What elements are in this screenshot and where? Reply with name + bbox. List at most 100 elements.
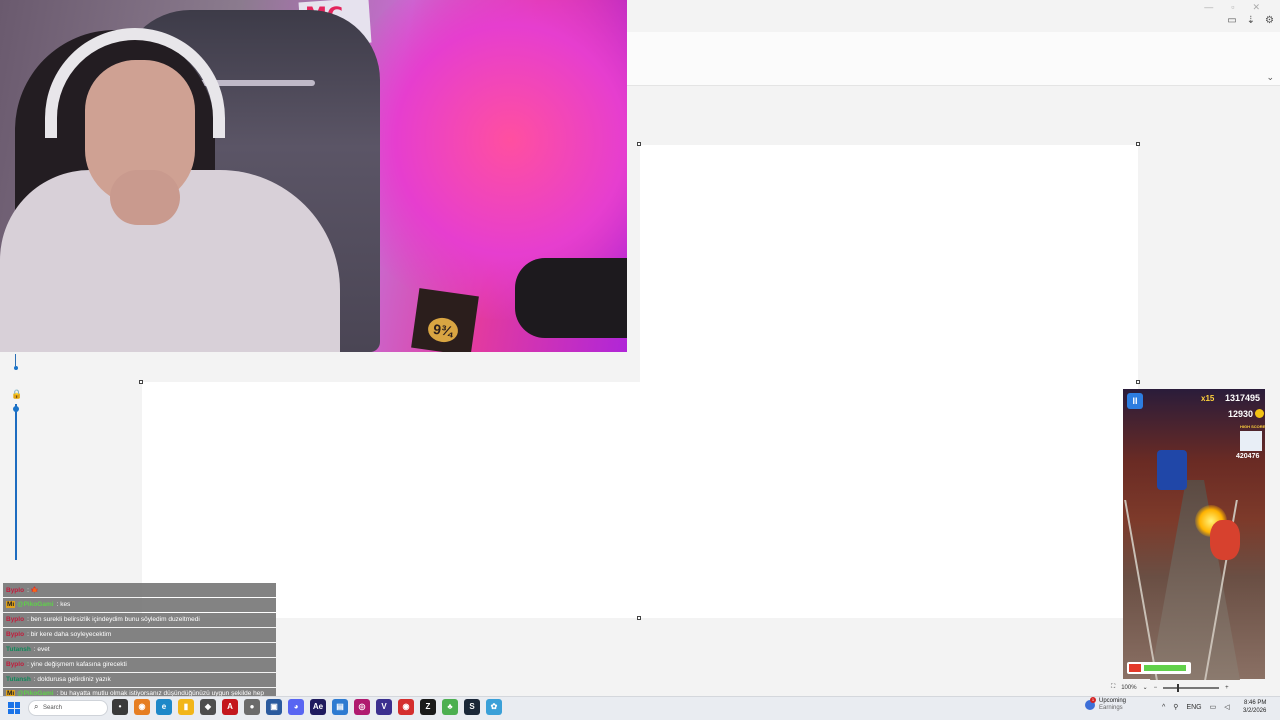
taskbar-app-14-icon[interactable]: ◉ bbox=[398, 699, 414, 715]
taskbar-app-11-icon[interactable]: ▤ bbox=[332, 699, 348, 715]
chat-username[interactable]: Byplo bbox=[6, 616, 24, 623]
chat-username[interactable]: Tutansh bbox=[6, 646, 31, 653]
volume-slider-track[interactable] bbox=[15, 354, 16, 366]
title-toolbar: ▭ ⇣ ⚙ bbox=[1227, 15, 1274, 26]
volume-slider-thumb[interactable] bbox=[14, 366, 18, 370]
canvas-area-lower[interactable] bbox=[142, 382, 1138, 618]
share-icon[interactable]: ⇣ bbox=[1247, 15, 1255, 26]
chat-message: Byplo: yine değişmem kafasına girecekti bbox=[3, 658, 276, 672]
chat-username[interactable]: Byplo bbox=[6, 631, 24, 638]
resize-handle[interactable] bbox=[637, 616, 641, 620]
widget-title: Upcoming bbox=[1099, 698, 1127, 704]
notification-badge: 1 bbox=[1090, 697, 1096, 703]
game-train bbox=[1157, 450, 1187, 490]
taskbar-search[interactable]: Search bbox=[28, 700, 108, 716]
chat-username[interactable]: @PikoGami bbox=[17, 601, 53, 608]
zoom-out-button[interactable]: − bbox=[1154, 685, 1158, 691]
resize-handle[interactable] bbox=[1136, 142, 1140, 146]
chat-badge: Mı bbox=[6, 601, 16, 608]
title-bar bbox=[627, 0, 1280, 32]
zoom-in-button[interactable]: + bbox=[1225, 685, 1229, 691]
tray-chevron-icon[interactable]: ^ bbox=[1162, 704, 1165, 711]
taskbar-app-1-icon[interactable]: • bbox=[112, 699, 128, 715]
taskbar-app-2-icon[interactable]: ◉ bbox=[134, 699, 150, 715]
volume-slider-thumb[interactable] bbox=[13, 406, 19, 412]
close-button[interactable]: ✕ bbox=[1252, 2, 1260, 13]
chat-message: Byplo: ben surekli belirsizlik içindeydi… bbox=[3, 613, 276, 627]
taskbar-app-18-icon[interactable]: ✿ bbox=[486, 699, 502, 715]
taskbar-app-13-icon[interactable]: V bbox=[376, 699, 392, 715]
powerup-icon bbox=[1129, 664, 1141, 672]
chat-text: doldurusa getirdiniz yazık bbox=[37, 676, 111, 683]
minimize-button[interactable]: — bbox=[1204, 2, 1213, 13]
chat-username[interactable]: Tutansh bbox=[6, 676, 31, 683]
language-indicator[interactable]: ENG bbox=[1186, 704, 1201, 711]
system-tray: ^ ⚲ ENG ▭ ◁ bbox=[1162, 703, 1230, 712]
resize-handle[interactable] bbox=[1136, 380, 1140, 384]
restore-button[interactable]: ▫ bbox=[1231, 2, 1234, 13]
game-score: 1317495 bbox=[1225, 393, 1261, 403]
chat-text: yine değişmem kafasına girecekti bbox=[30, 661, 127, 668]
taskbar-app-7-icon[interactable]: ● bbox=[244, 699, 260, 715]
chat-text: evet bbox=[37, 646, 50, 653]
bluetooth-icon[interactable]: ⚲ bbox=[1173, 703, 1178, 711]
chat-text: ben surekli belirsizlik içindeydim bunu … bbox=[30, 616, 200, 623]
taskbar-acrobat-icon[interactable]: A bbox=[222, 699, 238, 715]
chat-message: Mı @PikoGami: kes bbox=[3, 598, 276, 612]
chat-message: Tutansh: evet bbox=[3, 643, 276, 657]
game-pause-button[interactable]: II bbox=[1127, 393, 1143, 409]
canvas-area[interactable] bbox=[640, 145, 1138, 382]
game-multiplier: x15 bbox=[1201, 394, 1215, 403]
taskbar-app-12-icon[interactable]: ◎ bbox=[354, 699, 370, 715]
status-bar: ⛶ 100% ⌄ − + bbox=[1105, 681, 1280, 694]
taskbar-app-5-icon[interactable]: ◆ bbox=[200, 699, 216, 715]
coin-icon bbox=[1255, 409, 1264, 418]
volume-slider-track[interactable] bbox=[15, 404, 17, 560]
network-icon[interactable]: ▭ bbox=[1210, 703, 1217, 711]
widget-subtitle: Earnings bbox=[1099, 705, 1123, 711]
chat-message: Byplo: 🍁 bbox=[3, 583, 276, 597]
settings-icon[interactable]: ⚙ bbox=[1265, 15, 1274, 26]
taskbar-discord-icon[interactable]: ◕ bbox=[288, 699, 304, 715]
lock-icon[interactable]: 🔒 bbox=[11, 389, 22, 400]
chat-text: 🍁 bbox=[30, 587, 39, 594]
taskbar-app-8-icon[interactable]: ▣ bbox=[266, 699, 282, 715]
chat-username[interactable]: Byplo bbox=[6, 587, 24, 594]
fit-to-window-icon[interactable]: ⛶ bbox=[1111, 684, 1115, 691]
taskbar-app-16-icon[interactable]: ♣ bbox=[442, 699, 458, 715]
clock-date: 3/2/2026 bbox=[1243, 708, 1267, 714]
taskbar-edge-icon[interactable]: e bbox=[156, 699, 172, 715]
comment-icon[interactable]: ▭ bbox=[1227, 15, 1236, 26]
chat-message: Tutansh: doldurusa getirdiniz yazık bbox=[3, 673, 276, 687]
zoom-level[interactable]: 100% bbox=[1121, 685, 1136, 691]
zoom-slider-thumb[interactable] bbox=[1177, 683, 1180, 692]
streamer-hand bbox=[110, 170, 180, 225]
taskbar-app-15-icon[interactable]: Z bbox=[420, 699, 436, 715]
zoom-dropdown-icon[interactable]: ⌄ bbox=[1143, 684, 1148, 691]
news-icon: 1 bbox=[1085, 697, 1096, 710]
chat-text: bir kere daha soyleyecektim bbox=[30, 631, 112, 638]
taskbar-file-explorer-icon[interactable]: ▮ bbox=[178, 699, 194, 715]
powerup-fill bbox=[1144, 665, 1186, 671]
clock-time: 8:46 PM bbox=[1244, 700, 1267, 706]
taskbar-after-effects-icon[interactable]: Ae bbox=[310, 699, 326, 715]
volume-icon[interactable]: ◁ bbox=[1224, 703, 1229, 711]
chat-message: Byplo: bir kere daha soyleyecektim bbox=[3, 628, 276, 642]
search-icon: ⌕ bbox=[34, 702, 39, 711]
window-controls: — ▫ ✕ bbox=[1204, 2, 1260, 13]
widgets-button[interactable]: 1 Upcoming Earnings bbox=[1085, 697, 1127, 712]
game-highscore-label: HIGH SCORE bbox=[1240, 424, 1266, 429]
game-best-score: 420476 bbox=[1236, 453, 1260, 460]
zoom-slider[interactable] bbox=[1163, 683, 1220, 692]
game-coins: 12930 bbox=[1228, 409, 1254, 419]
resize-handle[interactable] bbox=[139, 380, 143, 384]
clock[interactable]: 8:46 PM 3/2/2026 bbox=[1243, 699, 1266, 715]
taskbar-steam-icon[interactable]: S bbox=[464, 699, 480, 715]
start-button[interactable] bbox=[8, 702, 20, 714]
chat-text: kes bbox=[60, 601, 71, 608]
ribbon-collapse-icon[interactable]: ⌄ bbox=[1266, 72, 1274, 83]
webcam-feed: MC 9¾ bbox=[0, 0, 627, 352]
chat-username[interactable]: Byplo bbox=[6, 661, 24, 668]
taskbar-apps: • ◉ e ▮ ◆ A ● ▣ ◕ Ae ▤ ◎ V ◉ Z ♣ S ✿ bbox=[112, 699, 502, 715]
resize-handle[interactable] bbox=[637, 142, 641, 146]
